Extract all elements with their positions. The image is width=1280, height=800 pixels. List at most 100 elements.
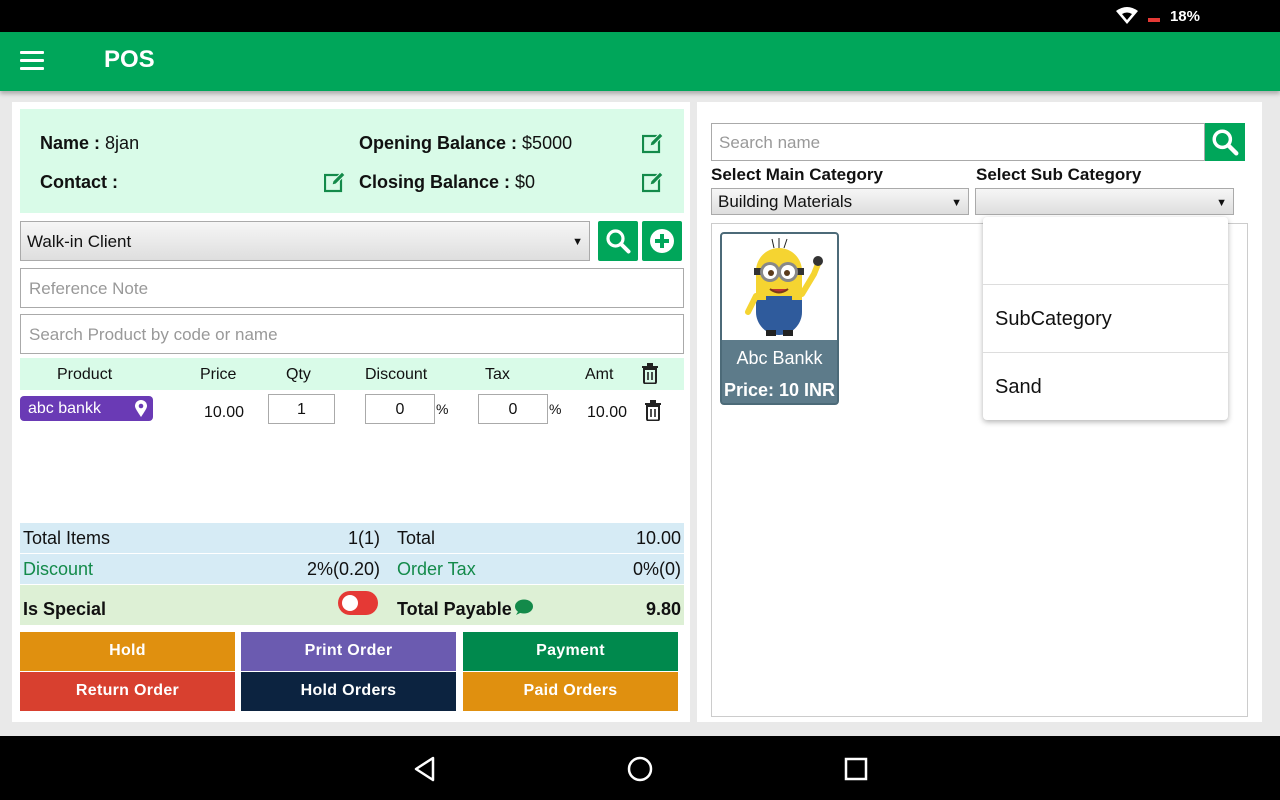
dropdown-option[interactable]: SubCategory	[983, 285, 1228, 353]
hamburger-menu-icon[interactable]	[20, 51, 44, 71]
delete-row-trash-icon[interactable]	[644, 400, 662, 421]
total-items-label: Total Items	[23, 528, 111, 548]
catalog-search-input[interactable]: Search name	[711, 123, 1205, 161]
back-triangle-icon[interactable]	[410, 754, 440, 784]
search-icon	[606, 229, 631, 254]
home-circle-icon[interactable]	[625, 754, 655, 784]
payment-button[interactable]: Payment	[463, 632, 678, 671]
opening-balance: Opening Balance : $5000	[359, 133, 572, 154]
is-special-label: Is Special	[23, 599, 107, 619]
order-tax-label[interactable]: Order Tax	[397, 559, 476, 580]
product-card[interactable]: Abc Bankk Price: 10 INR	[720, 232, 839, 405]
system-nav-bar	[0, 736, 1280, 800]
total-payable-label: Total Payable	[397, 599, 512, 619]
cart-table-header: Product Price Qty Discount Tax Amt	[20, 358, 684, 390]
return-order-button[interactable]: Return Order	[20, 672, 235, 711]
col-product: Product	[57, 366, 113, 383]
search-client-button[interactable]	[598, 221, 638, 261]
opening-value: $5000	[522, 133, 573, 153]
customer-info-box: Name : 8jan Contact : Opening Balance : …	[20, 109, 684, 213]
product-chip[interactable]: abc bankk	[20, 396, 153, 421]
sub-category-label: Select Sub Category	[976, 165, 1142, 184]
clear-cart-trash-icon[interactable]	[641, 363, 659, 384]
summary-row-discount: Discount 2%(0.20) Order Tax 0%(0)	[20, 554, 684, 584]
qty-input[interactable]: 1	[268, 394, 335, 424]
total-items-value: 1(1)	[347, 528, 380, 548]
table-row: abc bankk 10.00 1 0 % 0 % 10.00	[20, 394, 684, 434]
closing-balance: Closing Balance : $0	[359, 172, 535, 193]
location-pin-icon	[135, 400, 147, 417]
client-select[interactable]: Walk-in Client ▼	[20, 221, 590, 261]
status-bar: 18%	[0, 0, 1280, 32]
col-amt: Amt	[585, 366, 614, 383]
name-value: 8jan	[105, 133, 140, 153]
col-discount: Discount	[365, 366, 428, 383]
main-category-label: Select Main Category	[711, 165, 883, 184]
hold-orders-button[interactable]: Hold Orders	[241, 672, 456, 711]
dropdown-arrow-icon: ▼	[951, 197, 962, 209]
product-search-placeholder: Search Product by code or name	[29, 325, 278, 344]
total-payable-value: 9.80	[645, 599, 681, 619]
battery-low-icon	[1147, 18, 1160, 22]
opening-label: Opening Balance :	[359, 133, 518, 153]
discount-unit: %	[436, 401, 449, 417]
minion-image	[722, 234, 837, 340]
col-qty: Qty	[286, 366, 311, 383]
name-label: Name :	[40, 133, 101, 153]
comment-icon[interactable]	[514, 599, 533, 616]
main-category-value: Building Materials	[718, 192, 853, 211]
row-price: 10.00	[204, 404, 245, 421]
total-label: Total	[397, 528, 436, 548]
client-select-value: Walk-in Client	[27, 232, 132, 251]
tax-unit: %	[549, 401, 562, 417]
status-icons: 18%	[1115, 7, 1200, 25]
customer-contact: Contact :	[40, 172, 118, 193]
dropdown-option[interactable]	[983, 217, 1228, 285]
tax-input[interactable]: 0	[478, 394, 548, 424]
order-tax-value: 0%(0)	[632, 559, 681, 579]
row-product-name: abc bankk	[28, 400, 101, 417]
catalog-search-placeholder: Search name	[719, 133, 821, 152]
total-value: 10.00	[635, 528, 681, 548]
summary-row-payable: Is Special Total Payable 9.80	[20, 585, 684, 625]
edit-contact-icon[interactable]	[324, 171, 346, 193]
catalog-search-button[interactable]	[1205, 123, 1245, 161]
recents-square-icon[interactable]	[841, 754, 871, 784]
edit-opening-icon[interactable]	[642, 132, 664, 154]
app-title: POS	[104, 46, 155, 73]
wifi-icon	[1115, 7, 1138, 24]
closing-label: Closing Balance :	[359, 172, 511, 192]
product-price: Price: 10 INR	[723, 380, 836, 400]
app-bar: POS	[0, 32, 1280, 91]
main-category-select[interactable]: Building Materials ▼	[711, 188, 969, 215]
dropdown-arrow-icon: ▼	[572, 236, 583, 248]
reference-note-placeholder: Reference Note	[29, 279, 149, 298]
search-icon	[1212, 129, 1239, 156]
order-panel: Name : 8jan Contact : Opening Balance : …	[12, 102, 690, 722]
catalog-panel: Search name Select Main Category Select …	[697, 102, 1262, 722]
add-client-button[interactable]	[642, 221, 682, 261]
dropdown-option[interactable]: Sand	[983, 353, 1228, 421]
col-tax: Tax	[485, 366, 510, 383]
plus-circle-icon	[650, 229, 674, 253]
print-order-button[interactable]: Print Order	[241, 632, 456, 671]
discount-input[interactable]: 0	[365, 394, 435, 424]
edit-closing-icon[interactable]	[642, 171, 664, 193]
discount-value: 2%(0.20)	[306, 559, 380, 579]
dropdown-arrow-icon: ▼	[1216, 197, 1227, 209]
discount-label[interactable]: Discount	[23, 559, 93, 580]
product-search-input[interactable]: Search Product by code or name	[20, 314, 684, 354]
reference-note-input[interactable]: Reference Note	[20, 268, 684, 308]
paid-orders-button[interactable]: Paid Orders	[463, 672, 678, 711]
hold-button[interactable]: Hold	[20, 632, 235, 671]
sub-category-dropdown-menu: SubCategory Sand	[983, 217, 1228, 420]
battery-percent: 18%	[1169, 7, 1200, 25]
is-special-toggle[interactable]	[338, 591, 378, 615]
sub-category-select[interactable]: ▼	[975, 188, 1234, 215]
row-amount: 10.00	[587, 404, 628, 421]
customer-name: Name : 8jan	[40, 133, 139, 154]
product-name: Abc Bankk	[736, 348, 823, 368]
summary-row-items: Total Items 1(1) Total 10.00	[20, 523, 684, 553]
col-price: Price	[200, 366, 237, 383]
contact-label: Contact :	[40, 172, 118, 192]
